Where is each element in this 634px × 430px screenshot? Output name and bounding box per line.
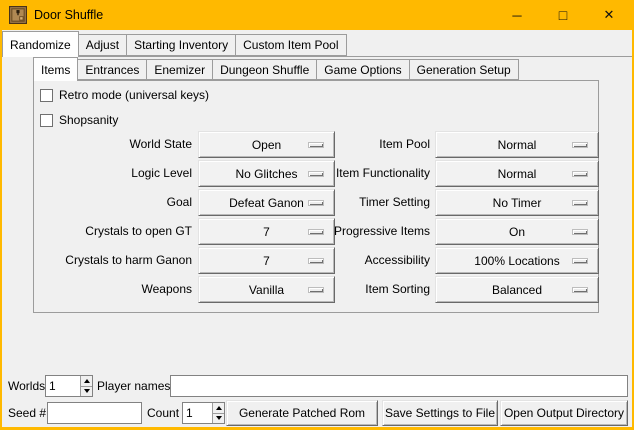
window-title: Door Shuffle: [34, 0, 103, 30]
dropdown-indicator-icon: [572, 229, 588, 235]
tab-items[interactable]: Items: [33, 57, 78, 81]
dropdown-indicator-icon: [572, 258, 588, 264]
shopsanity-checkbox[interactable]: [40, 114, 53, 127]
close-icon[interactable]: ✕: [586, 0, 632, 30]
item-sorting-label: Item Sorting: [244, 276, 430, 303]
notebook-pane-border: [2, 56, 632, 57]
item-functionality-label: Item Functionality: [244, 160, 430, 187]
tab-custom-item-pool[interactable]: Custom Item Pool: [235, 34, 346, 56]
retro-mode-label: Retro mode (universal keys): [59, 88, 209, 102]
shopsanity-label: Shopsanity: [59, 113, 118, 127]
titlebar[interactable]: Door Shuffle ─ □ ✕: [0, 0, 634, 30]
tab-generation-setup[interactable]: Generation Setup: [409, 59, 519, 80]
timer-setting-dropdown[interactable]: No Timer: [435, 189, 599, 216]
progressive-items-value: On: [509, 225, 525, 239]
save-settings-button[interactable]: Save Settings to File: [382, 400, 498, 426]
open-output-directory-button[interactable]: Open Output Directory: [500, 400, 628, 426]
tab-adjust[interactable]: Adjust: [78, 34, 127, 56]
player-names-label: Player names: [97, 375, 170, 397]
crystals-gt-label: Crystals to open GT: [34, 218, 192, 245]
door-shuffle-window: Door Shuffle ─ □ ✕ Randomize Adjust Star…: [0, 0, 634, 430]
maximize-icon[interactable]: □: [540, 0, 586, 30]
main-tab-bar: Randomize Adjust Starting Inventory Cust…: [2, 31, 346, 57]
item-pool-value: Normal: [498, 138, 537, 152]
count-down-icon[interactable]: [212, 413, 224, 424]
world-state-label: World State: [34, 131, 192, 158]
accessibility-label: Accessibility: [244, 247, 430, 274]
logic-level-label: Logic Level: [34, 160, 192, 187]
count-input[interactable]: [183, 403, 212, 423]
player-names-input[interactable]: [170, 375, 628, 397]
item-sorting-value: Balanced: [492, 283, 542, 297]
tab-dungeon-shuffle[interactable]: Dungeon Shuffle: [212, 59, 317, 80]
crystals-ganon-label: Crystals to harm Ganon: [34, 247, 192, 274]
goal-label: Goal: [34, 189, 192, 216]
timer-setting-label: Timer Setting: [244, 189, 430, 216]
worlds-stepper: [45, 375, 93, 397]
accessibility-dropdown[interactable]: 100% Locations: [435, 247, 599, 274]
progressive-items-dropdown[interactable]: On: [435, 218, 599, 245]
shopsanity-option: Shopsanity: [40, 113, 118, 127]
weapons-label: Weapons: [34, 276, 192, 303]
worlds-down-icon[interactable]: [80, 386, 92, 397]
window-controls: ─ □ ✕: [494, 0, 632, 30]
dropdown-indicator-icon: [572, 200, 588, 206]
count-stepper: [182, 402, 225, 424]
worlds-label: Worlds: [8, 375, 45, 397]
item-functionality-dropdown[interactable]: Normal: [435, 160, 599, 187]
dropdown-indicator-icon: [572, 287, 588, 293]
item-pool-label: Item Pool: [244, 131, 430, 158]
tab-starting-inventory[interactable]: Starting Inventory: [126, 34, 236, 56]
retro-mode-option: Retro mode (universal keys): [40, 88, 209, 102]
accessibility-value: 100% Locations: [474, 254, 559, 268]
tab-game-options[interactable]: Game Options: [316, 59, 409, 80]
items-panel: Retro mode (universal keys) Shopsanity W…: [33, 80, 599, 313]
generate-patched-rom-button[interactable]: Generate Patched Rom: [226, 400, 378, 426]
retro-mode-checkbox[interactable]: [40, 89, 53, 102]
item-functionality-value: Normal: [498, 167, 537, 181]
dropdown-indicator-icon: [572, 142, 588, 148]
timer-setting-value: No Timer: [493, 196, 542, 210]
dropdown-indicator-icon: [572, 171, 588, 177]
seed-label: Seed #: [8, 402, 46, 424]
tab-enemizer[interactable]: Enemizer: [146, 59, 213, 80]
tab-randomize[interactable]: Randomize: [2, 31, 79, 57]
app-door-icon: [9, 6, 27, 24]
progressive-items-label: Progressive Items: [244, 218, 430, 245]
count-label: Count: [147, 402, 179, 424]
seed-input[interactable]: [47, 402, 142, 424]
worlds-input[interactable]: [46, 376, 80, 396]
minimize-icon[interactable]: ─: [494, 0, 540, 30]
item-sorting-dropdown[interactable]: Balanced: [435, 276, 599, 303]
tab-entrances[interactable]: Entrances: [77, 59, 147, 80]
count-up-icon[interactable]: [212, 403, 224, 413]
sub-tab-bar: Items Entrances Enemizer Dungeon Shuffle…: [33, 57, 518, 81]
item-pool-dropdown[interactable]: Normal: [435, 131, 599, 158]
worlds-up-icon[interactable]: [80, 376, 92, 386]
